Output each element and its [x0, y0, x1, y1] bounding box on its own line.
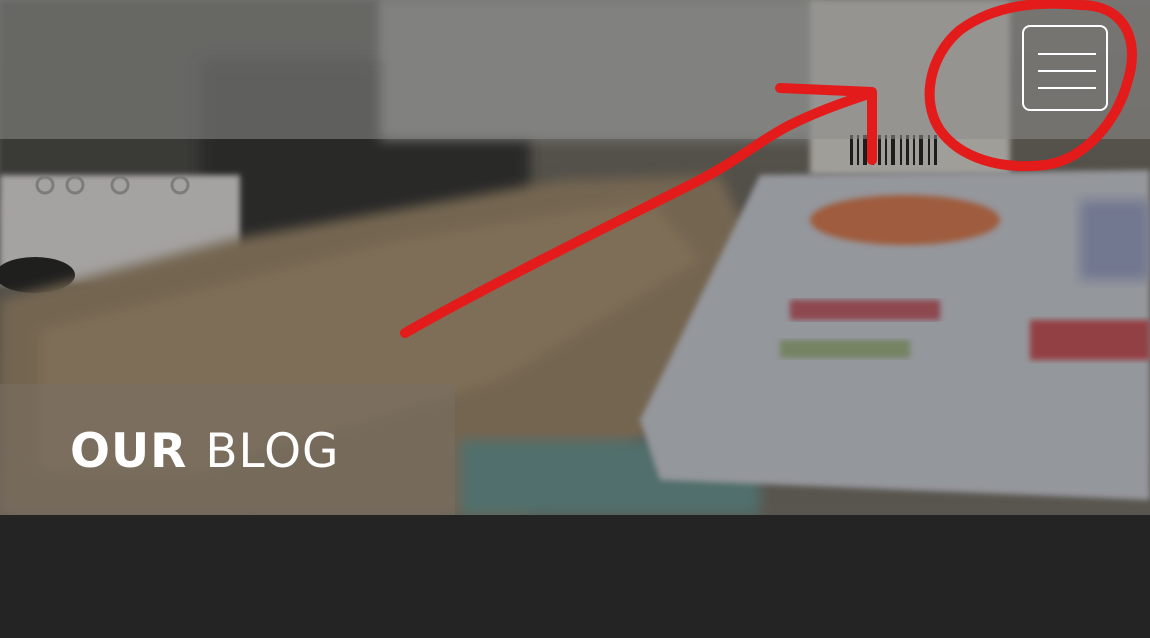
page: OUR BLOG: [0, 0, 1150, 638]
hamburger-menu-icon: [1038, 53, 1096, 55]
page-title: OUR BLOG: [70, 424, 339, 480]
top-navigation-bar: [0, 0, 1150, 139]
hamburger-menu-icon-line: [1038, 70, 1096, 72]
hamburger-menu-icon-line: [1038, 87, 1096, 89]
content-area: [0, 515, 1150, 638]
page-title-strong: OUR: [70, 424, 188, 479]
hamburger-menu-button[interactable]: [1022, 25, 1108, 111]
page-title-light: BLOG: [205, 424, 340, 479]
